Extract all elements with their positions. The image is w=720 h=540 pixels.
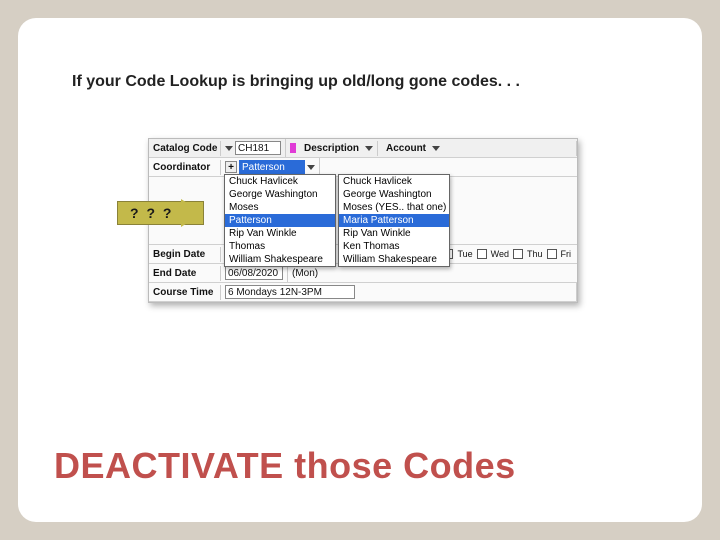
callout-text: ? ? ? [118,205,181,221]
dropdown-option[interactable]: Chuck Havlicek [225,175,335,188]
dropdown-icon[interactable] [432,146,440,151]
dropdown-option[interactable]: Chuck Havlicek [339,175,449,188]
account-label: Account [382,143,430,154]
coordinator-dropdown-codes[interactable]: Chuck HavlicekGeorge WashingtonMosesPatt… [224,174,336,267]
dropdown-option[interactable]: George Washington [225,188,335,201]
checkbox-wed[interactable] [477,249,487,259]
dropdown-option[interactable]: Rip Van Winkle [339,227,449,240]
callout-arrow: ? ? ? [117,201,204,225]
slide-card: If your Code Lookup is bringing up old/l… [18,18,702,522]
arrow-right-icon [181,199,203,227]
slide-heading: If your Code Lookup is bringing up old/l… [72,73,520,91]
dropdown-option[interactable]: William Shakespeare [339,253,449,266]
dropdown-icon[interactable] [365,146,373,151]
dropdown-option[interactable]: Patterson [225,214,335,227]
catalog-input[interactable]: CH181 [235,141,281,155]
dropdown-option[interactable]: Maria Patterson [339,214,449,227]
coordinator-label: Coordinator [149,160,221,175]
expand-button[interactable]: + [225,161,237,173]
dropdown-option[interactable]: Ken Thomas [339,240,449,253]
dropdown-option[interactable]: Rip Van Winkle [225,227,335,240]
marker-icon [290,143,296,153]
begin-date-label: Begin Date [149,247,221,262]
description-label: Description [300,143,363,154]
catalog-label: Catalog Code [149,141,221,156]
dropdown-option[interactable]: Moses [225,201,335,214]
dropdown-option[interactable]: William Shakespeare [225,253,335,266]
dropdown-option[interactable]: George Washington [339,188,449,201]
checkbox-fri[interactable] [547,249,557,259]
dropdown-option[interactable]: Moses (YES.. that one) [339,201,449,214]
dropdown-icon[interactable] [225,146,233,151]
end-date-label: End Date [149,266,221,281]
dropdown-icon[interactable] [307,165,315,170]
dropdown-panels: Chuck HavlicekGeorge WashingtonMosesPatt… [224,174,450,267]
coordinator-dropdown-names[interactable]: Chuck HavlicekGeorge WashingtonMoses (YE… [338,174,450,267]
coordinator-input[interactable]: Patterson [239,160,305,174]
end-date-day: (Mon) [292,268,318,279]
slide-title: DEACTIVATE those Codes [54,445,516,487]
checkbox-thu[interactable] [513,249,523,259]
course-time-input[interactable]: 6 Mondays 12N-3PM [225,285,355,299]
course-time-label: Course Time [149,285,221,300]
end-date-input[interactable]: 06/08/2020 [225,266,283,280]
dropdown-option[interactable]: Thomas [225,240,335,253]
